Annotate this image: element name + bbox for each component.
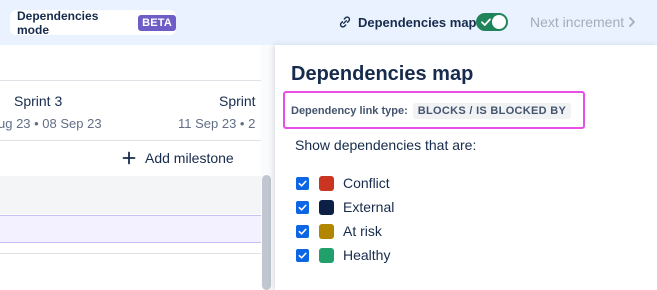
next-increment-label: Next increment	[530, 14, 625, 30]
sprint-name: Sprint 3	[14, 93, 63, 109]
plus-icon	[122, 151, 136, 165]
checkbox[interactable]	[296, 200, 309, 214]
timeline-row[interactable]	[0, 176, 261, 214]
top-bar: Dependencies mode BETA Dependencies map …	[0, 0, 657, 45]
healthy-color-swatch	[319, 247, 334, 263]
next-increment-button[interactable]: Next increment	[530, 13, 636, 31]
chevron-right-icon	[629, 17, 636, 27]
check-icon	[298, 180, 307, 187]
filter-label: External	[343, 199, 395, 215]
add-milestone-button[interactable]: Add milestone	[122, 149, 234, 167]
divider	[0, 80, 261, 81]
panel-title: Dependencies map	[291, 63, 474, 85]
dependency-link-type: Dependency link type: BLOCKS / IS BLOCKE…	[291, 102, 572, 120]
dependencies-map-panel: Dependencies map Dependency link type: B…	[275, 45, 657, 290]
sprint-dates: ug 23 • 08 Sep 23	[0, 116, 102, 131]
filter-healthy[interactable]: Healthy	[296, 246, 390, 264]
scrollbar-thumb[interactable]	[262, 175, 271, 290]
toggle-knob	[492, 15, 506, 29]
dependencies-map-toggle[interactable]	[476, 13, 508, 31]
at-risk-color-swatch	[319, 223, 334, 239]
filter-label: At risk	[343, 223, 382, 239]
checkbox[interactable]	[296, 248, 309, 262]
filter-at-risk[interactable]: At risk	[296, 222, 382, 240]
filter-label: Healthy	[343, 247, 391, 263]
link-icon	[339, 16, 351, 28]
conflict-color-swatch	[319, 175, 334, 191]
link-type-label: Dependency link type:	[291, 105, 408, 117]
check-icon	[298, 228, 307, 235]
filter-label: Conflict	[343, 175, 390, 191]
link-type-value: BLOCKS / IS BLOCKED BY	[412, 103, 572, 119]
show-dependencies-label: Show dependencies that are:	[295, 137, 477, 153]
filter-external[interactable]: External	[296, 198, 394, 216]
divider	[0, 140, 261, 141]
timeline-row-selected[interactable]	[0, 215, 261, 243]
divider	[0, 253, 261, 254]
beta-badge: BETA	[138, 14, 176, 31]
add-milestone-label: Add milestone	[145, 150, 234, 166]
dependencies-map-link[interactable]: Dependencies map	[338, 13, 477, 31]
check-icon	[298, 252, 307, 259]
dependencies-mode-pill[interactable]: Dependencies mode BETA	[10, 8, 176, 37]
timeline-area: Sprint 3 ug 23 • 08 Sep 23 Sprint 11 Sep…	[0, 45, 275, 290]
dependencies-map-label: Dependencies map	[358, 14, 477, 30]
check-icon	[481, 18, 491, 26]
sprint-name: Sprint	[219, 93, 256, 109]
checkbox[interactable]	[296, 224, 309, 238]
sprint-dates: 11 Sep 23 • 2	[178, 116, 256, 131]
checkbox[interactable]	[296, 176, 309, 190]
dependencies-mode-label: Dependencies mode	[17, 8, 99, 37]
filter-conflict[interactable]: Conflict	[296, 174, 390, 192]
check-icon	[298, 204, 307, 211]
external-color-swatch	[319, 199, 334, 215]
